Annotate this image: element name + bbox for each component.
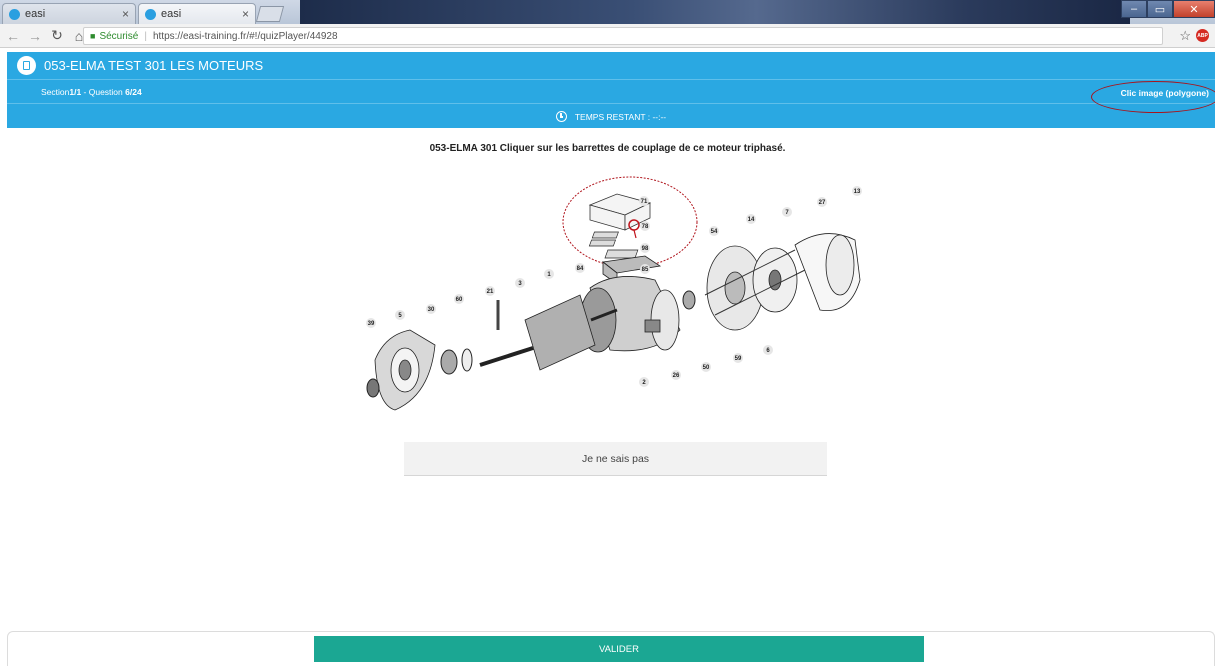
label-60: 60 <box>454 294 464 304</box>
part-label: 26 <box>673 373 680 379</box>
front-circlip <box>461 348 473 372</box>
label-39: 39 <box>366 318 376 328</box>
question-value: 6/24 <box>125 87 142 97</box>
quiz-header: 053-ELMA TEST 301 LES MOTEURS Section 1/… <box>7 52 1215 128</box>
minimize-icon[interactable]: – <box>1121 0 1147 18</box>
progress-row: Section 1/1 - Question 6/24 Clic image (… <box>7 81 1215 113</box>
rear-bearing <box>682 290 696 310</box>
part-label: 30 <box>428 307 435 313</box>
part-label: 54 <box>711 229 718 235</box>
label-59: 59 <box>733 353 743 363</box>
part-label: 98 <box>642 246 649 252</box>
part-label: 84 <box>577 266 584 272</box>
window-controls: – ▭ ✕ <box>1121 0 1215 19</box>
reload-icon[interactable]: ↻ <box>48 27 66 44</box>
part-label: 71 <box>641 199 648 205</box>
label-84: 84 <box>575 263 585 273</box>
label-78: 78 <box>640 221 650 231</box>
dont-know-button[interactable]: Je ne sais pas <box>404 442 827 476</box>
browser-tab-strip: easi × easi × – ▭ ✕ <box>0 0 1215 24</box>
fan-cover[interactable] <box>794 233 861 312</box>
tab-close-icon[interactable]: × <box>242 7 249 21</box>
address-bar[interactable]: ■ Sécurisé | https://easi-training.fr/#!… <box>83 27 1163 45</box>
adblock-icon[interactable]: ABP <box>1196 29 1209 42</box>
label-54: 54 <box>709 226 719 236</box>
window-titlebar-background <box>300 0 1130 24</box>
label-2: 2 <box>639 377 649 387</box>
label-98: 98 <box>640 243 650 253</box>
separator: | <box>144 30 147 42</box>
easi-favicon-icon <box>9 8 20 20</box>
motor-frame[interactable] <box>579 276 681 353</box>
document-icon <box>17 56 36 75</box>
tab-title: easi <box>25 8 46 20</box>
timer-label: TEMPS RESTANT : --:-- <box>574 111 667 122</box>
label-7: 7 <box>782 207 792 217</box>
lock-icon: ■ <box>90 31 96 41</box>
label-85: 85 <box>640 264 650 274</box>
part-label: 78 <box>642 224 649 230</box>
clock-icon <box>555 111 567 122</box>
label-50: 50 <box>701 362 711 372</box>
quiz-title: 053-ELMA TEST 301 LES MOTEURS <box>44 58 264 73</box>
front-seal <box>366 378 380 398</box>
label-21: 21 <box>485 286 495 296</box>
section-value: 1/1 <box>69 87 82 97</box>
star-icon[interactable]: ☆ <box>1179 28 1191 44</box>
part-label: 85 <box>642 267 649 273</box>
label-27: 27 <box>817 197 827 207</box>
label-26: 26 <box>671 370 681 380</box>
new-tab-button[interactable] <box>255 6 285 22</box>
label-71: 71 <box>639 196 649 206</box>
part-label: 27 <box>819 200 826 206</box>
maximize-icon[interactable]: ▭ <box>1147 0 1173 18</box>
title-row: 053-ELMA TEST 301 LES MOTEURS <box>7 52 1215 80</box>
label-5: 5 <box>395 310 405 320</box>
tab-close-icon[interactable]: × <box>122 7 129 21</box>
question-prefix: - Question <box>81 87 126 97</box>
motor-exploded-diagram[interactable]: 71 78 98 85 84 54 14 7 27 13 1 3 21 60 3… <box>355 170 875 430</box>
label-1: 1 <box>544 269 554 279</box>
part-label: 60 <box>456 297 463 303</box>
close-window-icon[interactable]: ✕ <box>1173 0 1215 18</box>
validate-button[interactable]: VALIDER <box>314 636 924 662</box>
part-label: 39 <box>368 321 375 327</box>
security-label: Sécurisé <box>99 30 139 42</box>
tab-title: easi <box>161 8 182 20</box>
label-3: 3 <box>515 278 525 288</box>
back-icon[interactable]: ← <box>4 28 22 44</box>
section-prefix: Section <box>41 87 70 97</box>
timer-row: TEMPS RESTANT : --:-- <box>7 105 1215 128</box>
label-30: 30 <box>426 304 436 314</box>
part-label: 50 <box>703 365 710 371</box>
cooling-fan[interactable] <box>752 247 798 313</box>
browser-toolbar: ← → ↻ ⌂ ■ Sécurisé | https://easi-traini… <box>0 24 1215 48</box>
question-text: 053-ELMA 301 Cliquer sur les barrettes d… <box>429 143 786 154</box>
forward-icon[interactable]: → <box>26 28 44 44</box>
part-label: 21 <box>487 289 494 295</box>
part-label: 14 <box>748 217 755 223</box>
url-text: https://easi-training.fr/#!/quizPlayer/4… <box>152 30 338 42</box>
label-14: 14 <box>746 214 756 224</box>
easi-favicon-icon <box>145 8 156 20</box>
label-13: 13 <box>852 186 862 196</box>
browser-tab-2[interactable]: easi × <box>138 3 256 24</box>
part-label: 13 <box>854 189 861 195</box>
label-6: 6 <box>763 345 773 355</box>
front-bearing <box>440 349 458 375</box>
part-label: 59 <box>735 356 742 362</box>
front-flange[interactable] <box>374 329 436 411</box>
coupling-bars[interactable] <box>588 231 639 259</box>
browser-tab-1[interactable]: easi × <box>2 3 136 24</box>
